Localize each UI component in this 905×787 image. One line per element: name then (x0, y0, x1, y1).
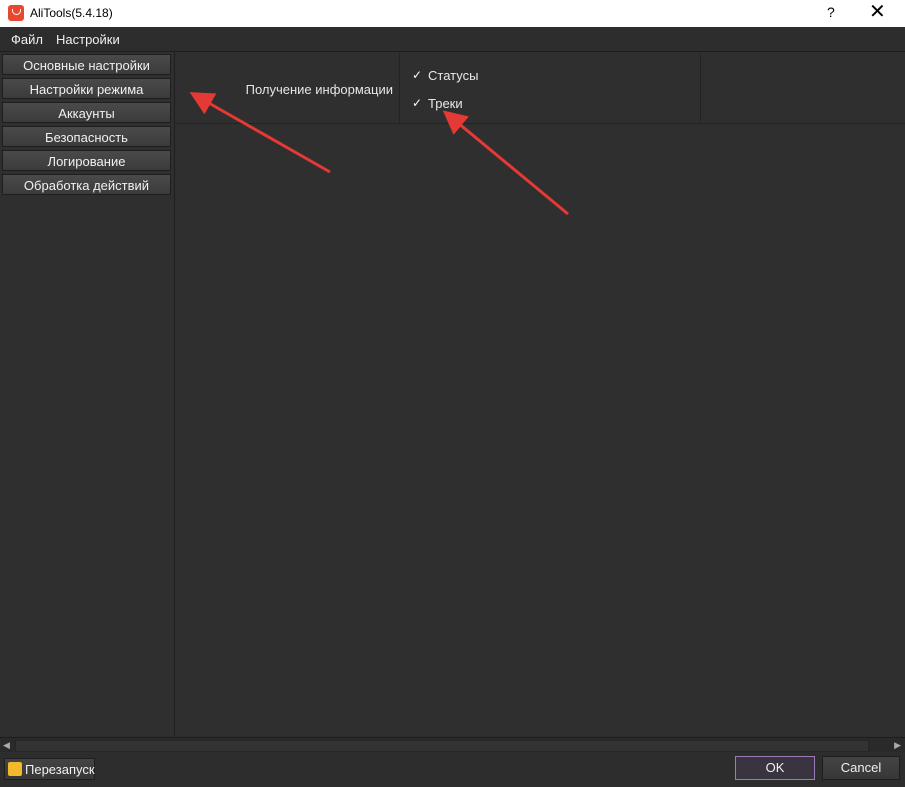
row-label: Получение информации (245, 82, 393, 97)
menu-bar: Файл Настройки (0, 27, 905, 52)
settings-sidebar: Основные настройки Настройки режима Акка… (0, 52, 175, 736)
checkbox-statuses[interactable]: ✓ (410, 68, 424, 82)
options-cell: ✓ Статусы ✓ Треки (400, 53, 701, 123)
sidebar-item-action-processing[interactable]: Обработка действий (2, 174, 171, 195)
settings-content: Получение информации ✓ Статусы ✓ Треки (175, 52, 905, 736)
button-bar: Перезапуск OK Cancel (0, 752, 905, 787)
row-label-cell: Получение информации (175, 53, 400, 123)
scroll-right-icon[interactable]: ▶ (894, 738, 901, 752)
sidebar-item-main-settings[interactable]: Основные настройки (2, 54, 171, 75)
app-icon (8, 5, 24, 21)
checkbox-tracks[interactable]: ✓ (410, 96, 424, 110)
option-label: Статусы (428, 68, 479, 83)
sidebar-item-logging[interactable]: Логирование (2, 150, 171, 171)
menu-settings[interactable]: Настройки (56, 32, 120, 47)
restart-label: Перезапуск (25, 762, 95, 777)
ok-button[interactable]: OK (735, 756, 815, 780)
sidebar-item-accounts[interactable]: Аккаунты (2, 102, 171, 123)
restart-icon (8, 762, 22, 776)
close-button[interactable]: ✕ (869, 1, 886, 23)
cancel-button[interactable]: Cancel (822, 756, 900, 780)
horizontal-scrollbar[interactable]: ◀ ▶ (0, 737, 905, 752)
scroll-track[interactable] (15, 740, 869, 752)
option-label: Треки (428, 96, 463, 111)
restart-button[interactable]: Перезапуск (4, 758, 95, 780)
scroll-left-icon[interactable]: ◀ (3, 738, 10, 752)
menu-file[interactable]: Файл (11, 32, 43, 47)
sidebar-item-security[interactable]: Безопасность (2, 126, 171, 147)
title-bar: AliTools(5.4.18) ? ✕ (0, 0, 905, 27)
settings-row: Получение информации ✓ Статусы ✓ Треки (175, 53, 905, 124)
sidebar-item-mode-settings[interactable]: Настройки режима (2, 78, 171, 99)
help-button[interactable]: ? (827, 4, 835, 20)
window-title: AliTools(5.4.18) (30, 6, 113, 20)
